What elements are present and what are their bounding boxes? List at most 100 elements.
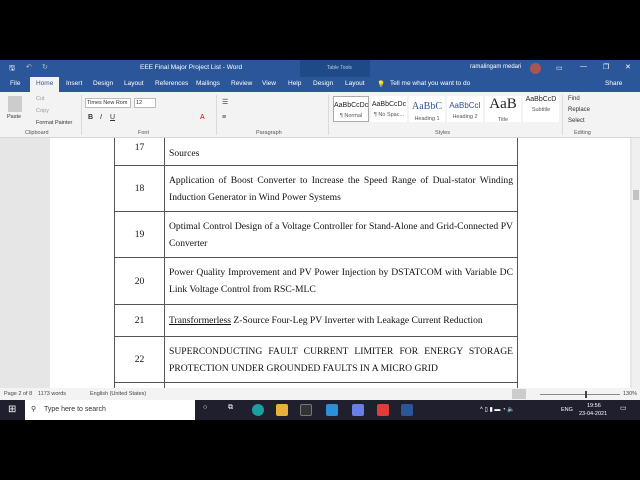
style-preview: AaBbCcI [449,101,481,110]
replace-button[interactable]: Replace [568,107,590,113]
zoom-slider[interactable] [540,394,620,395]
tab-review[interactable]: Review [231,80,252,87]
table-tools-label: Table Tools [327,65,352,71]
ribbon-display-icon[interactable]: ▭ [556,64,563,72]
page-count[interactable]: Page 2 of 8 [4,391,32,397]
tab-file[interactable]: File [10,80,20,87]
copy-button[interactable]: Copy [36,108,49,114]
style-name: Subtitle [531,107,551,113]
notifications-icon[interactable]: ▭ [620,404,627,412]
serial-number: 18 [114,165,165,212]
table-row: 18 Application of Boost Converter to Incr… [114,165,518,212]
undo-icon[interactable]: ↶ [26,63,32,71]
underline-button[interactable]: U [110,114,115,121]
project-title: Application of Boost Converter to Increa… [169,174,513,203]
windows-start-icon[interactable]: ⊞ [8,404,16,415]
align-left-icon[interactable]: ≡ [222,114,226,121]
paste-button[interactable]: Paste [7,114,21,120]
project-title: Sources [169,148,200,159]
tab-view[interactable]: View [262,80,276,87]
italic-button[interactable]: I [100,114,102,121]
print-layout-button[interactable] [512,389,526,399]
style-normal[interactable]: AaBbCcDc ¶ Normal [333,96,369,122]
minimize-button[interactable]: — [580,63,587,70]
cortana-icon[interactable]: ○ [203,404,207,411]
cut-button[interactable]: Cut [36,96,45,102]
title-cell[interactable]: Application of Boost Converter to Increa… [164,165,518,212]
tab-table-design[interactable]: Design [313,80,333,87]
style-preview: AaB [489,96,517,112]
tab-layout[interactable]: Layout [124,80,144,87]
tab-help[interactable]: Help [288,80,301,87]
system-tray-icons[interactable]: ^ ▯ ▮ ▬ ◔ 🔈 [480,406,515,413]
serial-number: 19 [114,211,165,258]
tab-mailings[interactable]: Mailings [196,80,220,87]
bold-button[interactable]: B [88,114,93,121]
app-icon[interactable] [352,404,364,416]
style-subtitle[interactable]: AaBbCcD Subtitle [523,96,559,122]
style-preview: AaBbCcDc [334,102,369,109]
tab-table-layout[interactable]: Layout [345,80,365,87]
word-icon[interactable] [401,404,413,416]
input-language[interactable]: ENG [561,407,573,413]
underlined-word: Transformerless [169,315,231,326]
select-button[interactable]: Select [568,118,585,124]
share-button[interactable]: Share [605,80,622,87]
language-status[interactable]: English (United States) [90,391,146,397]
tell-me-input[interactable]: Tell me what you want to do [390,80,470,87]
vertical-scrollbar[interactable] [632,138,640,388]
bullets-icon[interactable]: ☰ [222,98,228,106]
clock-time[interactable]: 19:56 [587,403,601,409]
user-name[interactable]: ramalingam medari [470,64,521,70]
avatar[interactable] [530,63,541,74]
style-heading-2[interactable]: AaBbCcI Heading 2 [447,96,483,122]
table-row: 17 Sources [114,138,518,166]
tab-design[interactable]: Design [93,80,113,87]
style-heading-1[interactable]: AaBbC Heading 1 [409,96,445,122]
save-icon[interactable]: 🖫 [9,64,15,75]
style-no-spac[interactable]: AaBbCcDc ¶ No Spac... [371,96,407,122]
file-explorer-icon[interactable] [276,404,288,416]
project-title: Power Quality Improvement and PV Power I… [169,267,513,295]
table-row: 22 SUPERCONDUCTING FAULT CURRENT LIMITER … [114,336,518,383]
project-table: 17 Sources 18 Application of Boost Converte… [114,138,518,388]
paste-icon[interactable] [8,96,22,112]
word-count[interactable]: 1173 words [38,391,66,397]
font-color-button[interactable]: A [200,114,205,121]
recorder-icon[interactable] [377,404,389,416]
tab-references[interactable]: References [155,80,188,87]
mail-icon[interactable] [326,404,338,416]
font-size-select[interactable]: 12 [134,98,156,108]
status-bar: Page 2 of 8 1173 words English (United S… [0,388,640,400]
document-area: 17 Sources 18 Application of Boost Converte… [0,138,632,388]
tab-home[interactable]: Home [36,80,53,87]
tab-insert[interactable]: Insert [66,80,82,87]
task-view-icon[interactable]: ⧉ [228,404,233,412]
title-cell[interactable]: Sources [164,138,518,166]
clock-date[interactable]: 23-04-2021 [579,411,607,417]
font-name-select[interactable]: Times New Rom [85,98,131,108]
lightbulb-icon: 💡 [377,81,386,88]
ribbon-tabs: File Home Insert Design Layout Reference… [0,77,640,92]
zoom-level[interactable]: 130% [623,391,637,397]
title-cell[interactable]: Power Quality Improvement and PV Power I… [164,257,518,305]
style-name: Heading 2 [452,114,478,120]
style-name: ¶ Normal [339,113,363,119]
title-cell[interactable]: Transformerless Z-Source Four-Leg PV Inv… [164,304,518,337]
find-button[interactable]: Find [568,96,580,102]
close-button[interactable]: ✕ [625,63,631,71]
taskbar: ⊞ ⚲ Type here to search ○ ⧉ ^ ▯ ▮ ▬ ◔ 🔈 … [0,400,640,420]
scroll-thumb[interactable] [633,190,639,200]
style-title[interactable]: AaB Title [485,96,521,123]
taskbar-search[interactable]: ⚲ Type here to search [25,400,195,420]
title-cell[interactable]: Optimal Control Design of a Voltage Cont… [164,211,518,258]
store-icon[interactable] [300,404,312,416]
editing-group-label: Editing [574,130,591,136]
maximize-button[interactable]: ❐ [603,63,609,71]
edge-icon[interactable] [252,404,264,416]
zoom-slider-thumb[interactable] [585,391,587,398]
format-painter-button[interactable]: Format Painter [36,120,72,126]
redo-icon[interactable]: ↻ [42,63,48,71]
title-cell[interactable]: SUPERCONDUCTING FAULT CURRENT LIMITER FO… [164,336,518,383]
window-title: EEE Final Major Project List - Word [140,64,243,71]
